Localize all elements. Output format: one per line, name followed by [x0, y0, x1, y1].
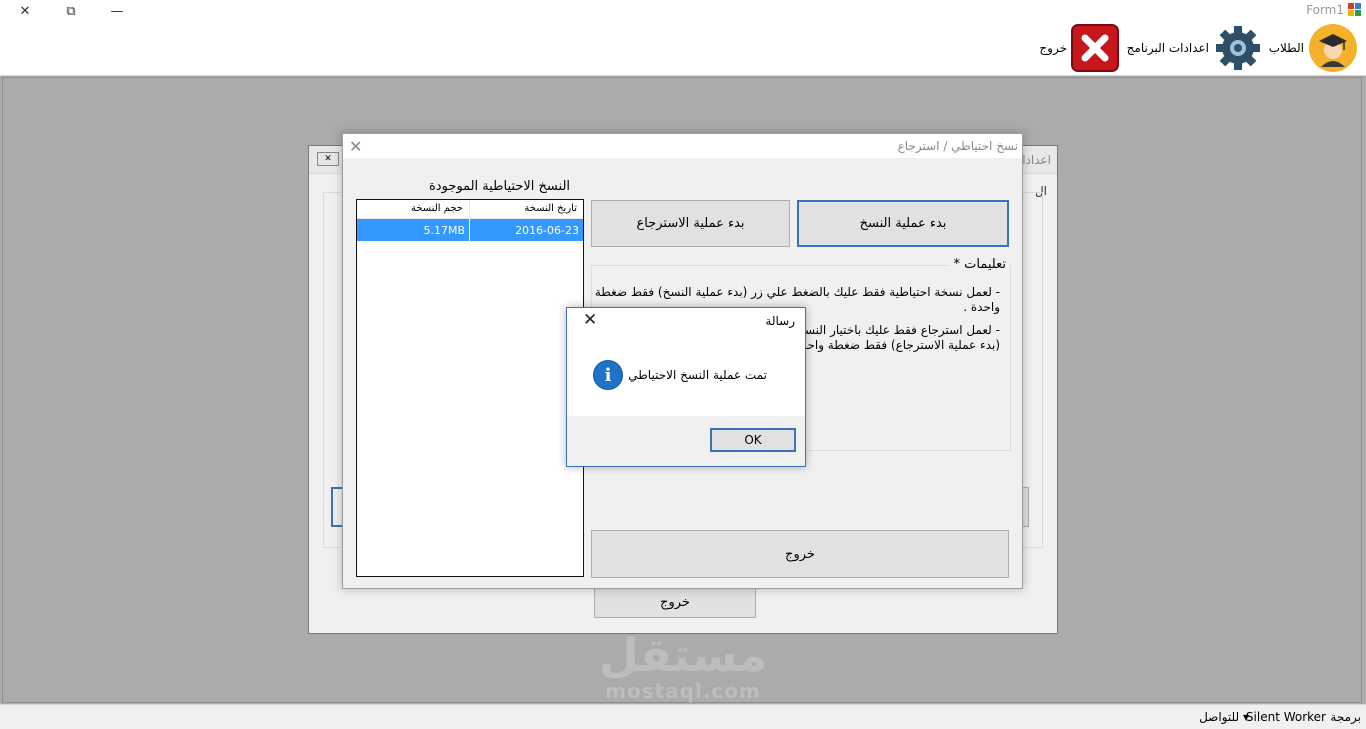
close-icon: ✕: [324, 154, 332, 164]
backup-date-cell: 2016-06-23: [515, 224, 579, 237]
dialog-title-bar: ✕ نسخ احتياطي / استرجاع: [343, 134, 1022, 158]
ok-button[interactable]: OK: [710, 428, 796, 452]
message-box-button-area: OK: [567, 416, 805, 466]
backups-list-row[interactable]: 5.17MB 2016-06-23: [357, 219, 583, 241]
toolbar-students-button[interactable]: الطلاب: [1269, 22, 1358, 74]
backups-list-header: حجم النسخة تاريخ النسخة: [357, 200, 583, 219]
message-box-close-button[interactable]: ✕: [583, 310, 597, 330]
status-contact-label: للتواصل: [1199, 710, 1240, 724]
dialog-close-button[interactable]: ✕: [349, 137, 362, 156]
toolbar-students-label: الطلاب: [1268, 41, 1304, 55]
dialog-title: نسخ احتياطي / استرجاع: [897, 139, 1018, 153]
window-title: Form1: [1306, 3, 1344, 17]
message-box-text: تمت عملية النسخ الاحتياطي: [628, 368, 767, 382]
restore-icon: ⧉: [66, 3, 76, 19]
minimize-icon: —: [110, 3, 124, 19]
student-graduate-icon: [1309, 24, 1357, 72]
backups-list-caption: النسخ الاحتياطية الموجودة: [429, 179, 571, 194]
chevron-down-icon: ▾: [1242, 710, 1249, 724]
start-backup-button[interactable]: بدء عملية النسخ: [797, 200, 1009, 247]
instruction-line-3: - لعمل استرجاع فقط عليك باختيار النسخة: [790, 323, 1000, 337]
window-restore-button[interactable]: ⧉: [48, 0, 94, 22]
start-restore-button[interactable]: بدء عملية الاسترجاع: [591, 200, 790, 247]
toolbar-exit-label: خروج: [1039, 41, 1067, 55]
instruction-line-4: (بدء عملية الاسترجاع) فقط ضغطة واحدة: [794, 338, 1000, 352]
window-minimize-button[interactable]: —: [94, 0, 140, 22]
status-programming-label: برمجة: [1330, 710, 1361, 724]
status-bar: برمجة Silent Worker للتواصل ▾: [0, 704, 1366, 729]
toolbar-settings-label: اعدادات البرنامج: [1126, 41, 1209, 55]
message-box: رسالة ✕ i تمت عملية النسخ الاحتياطي OK: [566, 307, 806, 467]
close-icon: ✕: [19, 3, 31, 19]
column-header-date[interactable]: تاريخ النسخة: [470, 200, 583, 218]
app-icon: [1348, 3, 1361, 16]
backup-size-cell: 5.17MB: [357, 219, 470, 241]
settings-gear-icon: [1216, 26, 1260, 70]
exit-x-icon: [1071, 24, 1119, 72]
watermark-arabic: مستقل: [598, 628, 768, 682]
watermark: مستقل mostaql.com: [598, 630, 768, 702]
main-title-bar: ✕ ⧉ — Form1: [0, 0, 1366, 22]
toolbar-exit-button[interactable]: خروج: [1039, 22, 1119, 74]
instruction-line-2: واحدة .: [963, 300, 1000, 314]
settings-exit-button[interactable]: خروج: [594, 586, 756, 618]
settings-window-close-button[interactable]: ✕: [317, 152, 339, 166]
settings-window-title: اعدادا: [1022, 153, 1051, 167]
info-icon: i: [593, 360, 623, 390]
status-author-label: Silent Worker: [1245, 710, 1326, 724]
backups-list[interactable]: حجم النسخة تاريخ النسخة 5.17MB 2016-06-2…: [356, 199, 584, 577]
main-toolbar: الطلاب اعدادات البرنامج خروج: [0, 22, 1366, 76]
instructions-title: * تعليمات: [949, 257, 1010, 272]
status-contact-dropdown[interactable]: للتواصل ▾: [1199, 710, 1249, 724]
toolbar-settings-button[interactable]: اعدادات البرنامج: [1127, 22, 1263, 74]
window-close-button[interactable]: ✕: [2, 0, 48, 22]
column-header-size[interactable]: حجم النسخة: [357, 200, 470, 218]
message-box-title: رسالة: [765, 314, 795, 328]
instruction-line-1: - لعمل نسخة احتياطية فقط عليك بالضغط علي…: [594, 285, 1000, 299]
watermark-latin: mostaql.com: [605, 679, 761, 703]
dialog-exit-button[interactable]: خروج: [591, 530, 1009, 578]
